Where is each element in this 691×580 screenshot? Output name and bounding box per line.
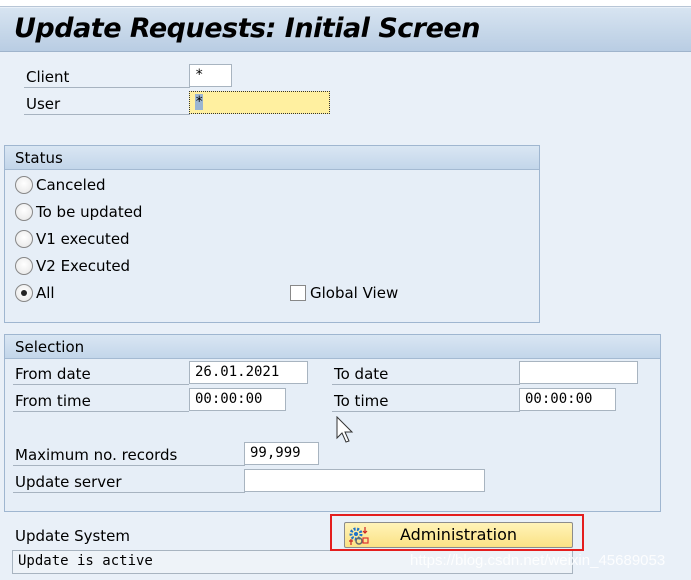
- administration-label: Administration: [399, 525, 518, 544]
- radio-icon: [15, 203, 33, 221]
- selection-title: Selection: [5, 335, 660, 359]
- from-date-label: From date: [13, 363, 189, 385]
- update-server-input[interactable]: [244, 469, 485, 492]
- to-time-label: To time: [332, 390, 520, 412]
- page-title: Update Requests: Initial Screen: [14, 13, 480, 44]
- status-title: Status: [5, 146, 539, 170]
- gears-icon: [349, 527, 369, 545]
- radio-label: To be updated: [36, 203, 143, 221]
- global-view-checkbox[interactable]: Global View: [290, 282, 398, 304]
- radio-label: V1 executed: [36, 230, 130, 248]
- client-label: Client: [24, 66, 190, 88]
- radio-to-be-updated[interactable]: To be updated: [15, 201, 142, 223]
- user-value: *: [195, 94, 204, 110]
- client-input[interactable]: *: [189, 64, 232, 87]
- user-input[interactable]: *: [189, 91, 330, 114]
- update-server-label: Update server: [13, 471, 245, 493]
- update-system-label: Update System: [15, 527, 131, 545]
- max-records-label: Maximum no. records: [13, 444, 245, 466]
- mouse-cursor-icon: [336, 416, 354, 443]
- radio-icon: [15, 230, 33, 248]
- to-date-input[interactable]: [519, 361, 638, 384]
- radio-label: Canceled: [36, 176, 106, 194]
- from-time-label: From time: [13, 390, 189, 412]
- title-bar: Update Requests: Initial Screen: [0, 8, 691, 52]
- radio-label: All: [36, 284, 55, 302]
- radio-canceled[interactable]: Canceled: [15, 174, 106, 196]
- radio-icon: [15, 257, 33, 275]
- max-records-input[interactable]: 99,999: [244, 442, 319, 465]
- administration-button[interactable]: Administration: [344, 522, 573, 548]
- to-time-input[interactable]: 00:00:00: [519, 388, 616, 411]
- checkbox-label: Global View: [310, 284, 399, 302]
- radio-selected-icon: [15, 284, 33, 302]
- radio-all[interactable]: All: [15, 282, 55, 304]
- from-date-input[interactable]: 26.01.2021: [189, 361, 308, 384]
- from-time-input[interactable]: 00:00:00: [189, 388, 286, 411]
- checkbox-icon: [290, 285, 306, 301]
- radio-label: V2 Executed: [36, 257, 131, 275]
- radio-icon: [15, 176, 33, 194]
- watermark: https://blog.csdn.net/weixin_45689053: [410, 552, 666, 569]
- to-date-label: To date: [332, 363, 520, 385]
- user-label: User: [24, 93, 190, 115]
- radio-v2-executed[interactable]: V2 Executed: [15, 255, 130, 277]
- top-border: [0, 0, 691, 7]
- radio-v1-executed[interactable]: V1 executed: [15, 228, 130, 250]
